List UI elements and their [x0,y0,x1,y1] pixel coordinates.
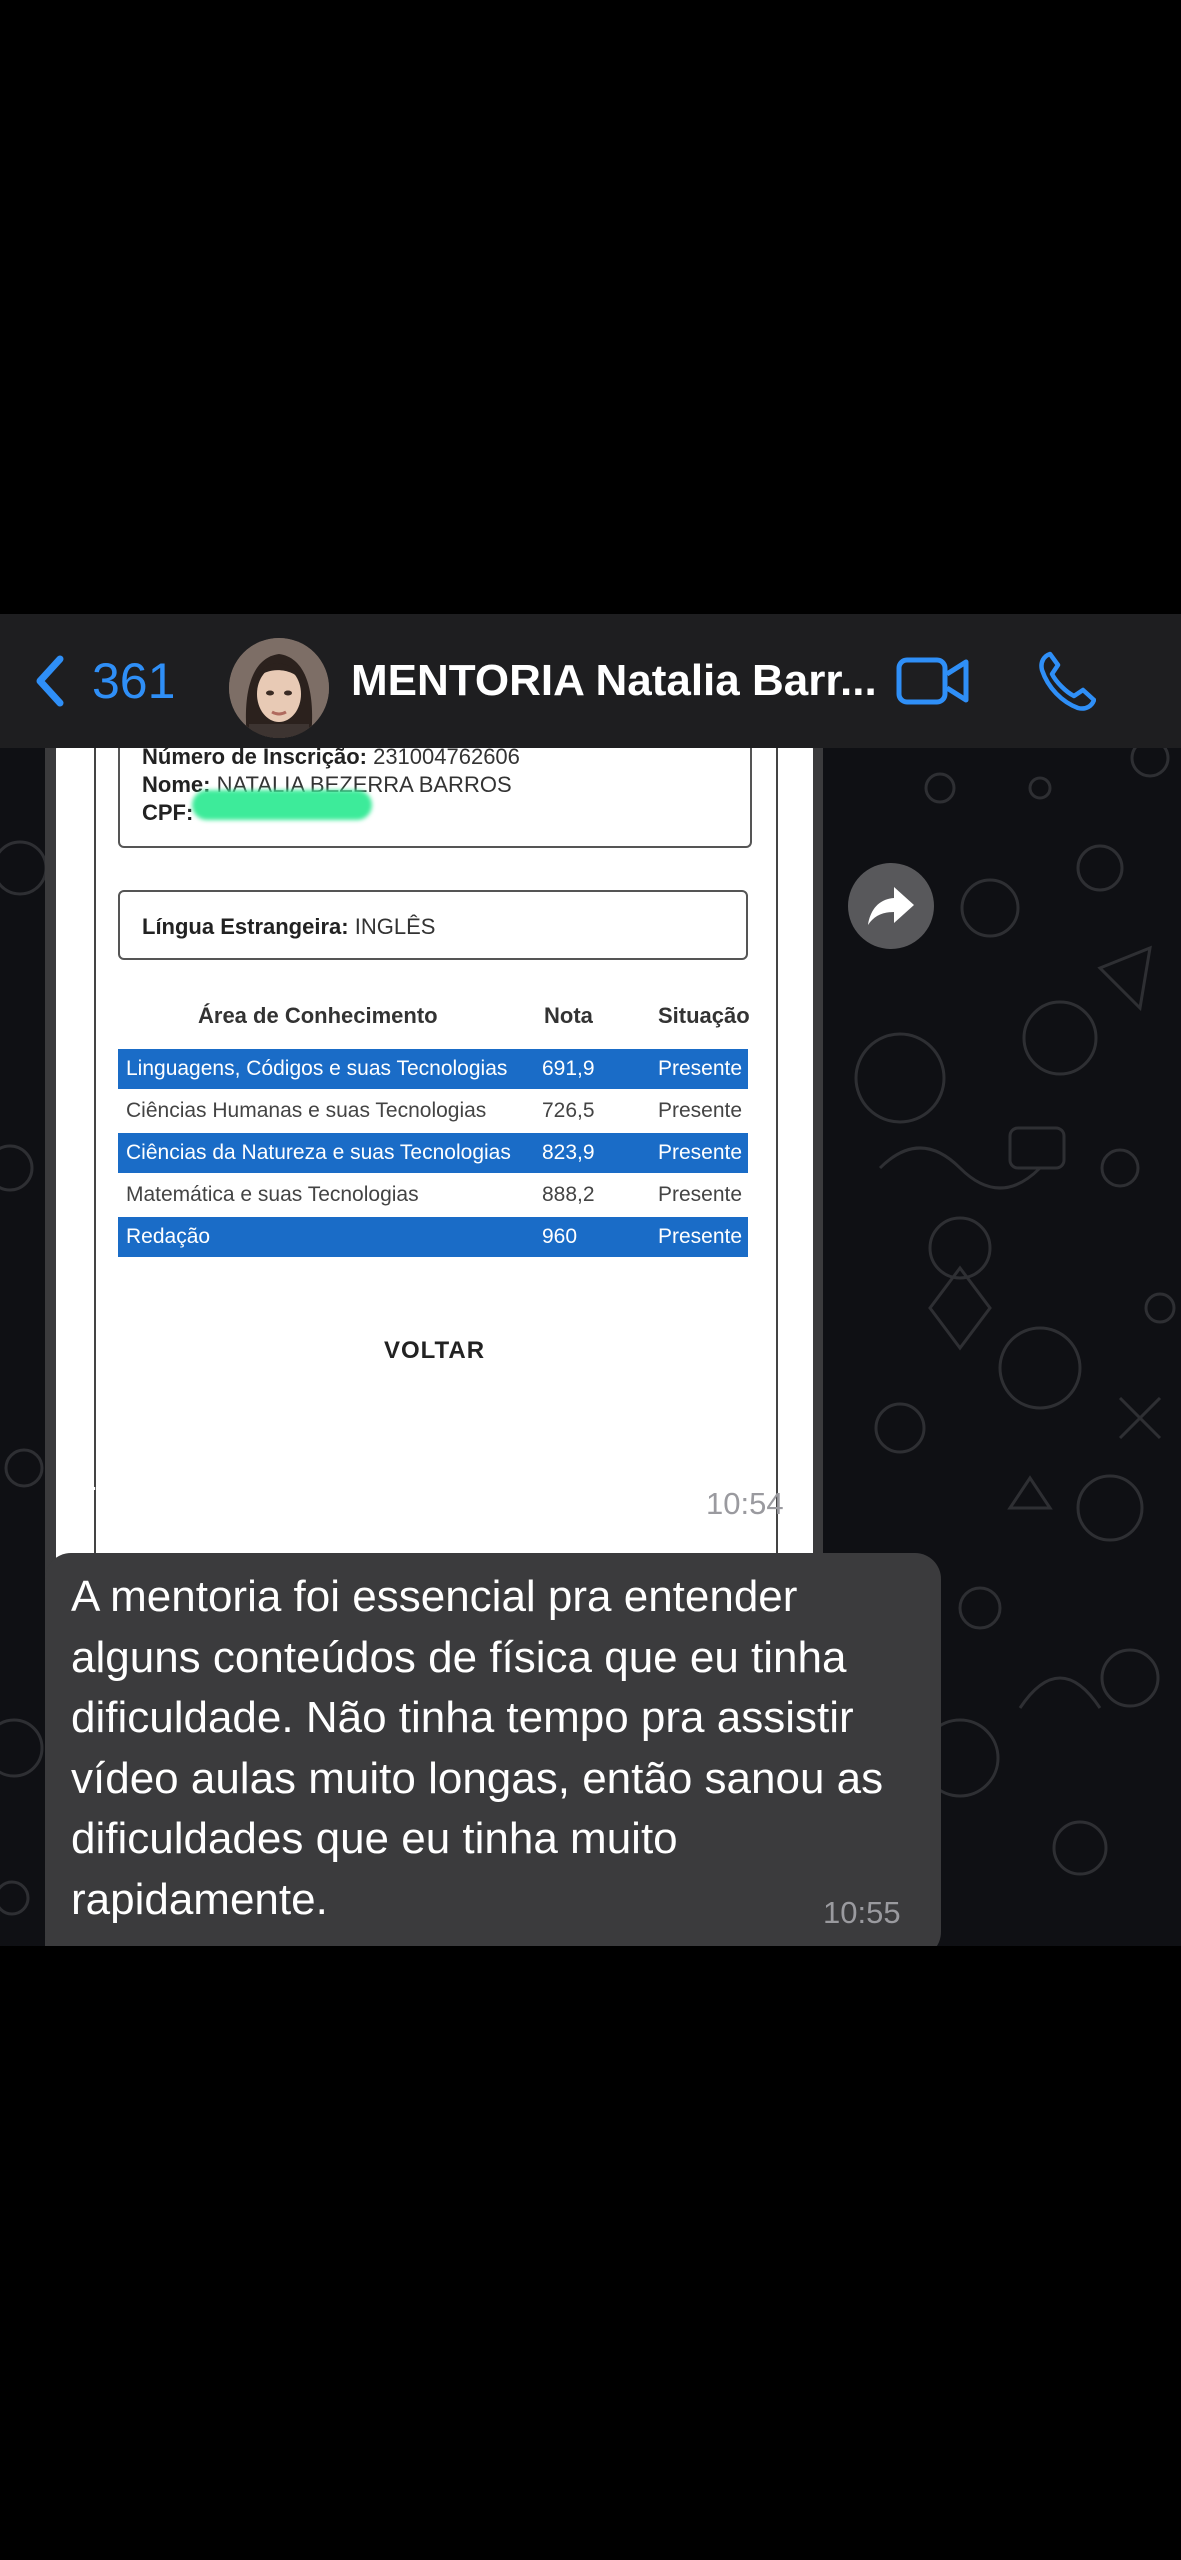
situacao-cell: Presente [658,1183,743,1206]
message-text: 43 em natureza [72,1458,378,1507]
table-row: Redação 960 Presente [118,1217,748,1257]
text-message-bubble[interactable]: A mentoria foi essencial pra entender al… [45,1553,941,1946]
table-row: Matemática e suas Tecnologias 888,2 Pres… [118,1175,748,1215]
cpf-label: CPF: [142,800,194,825]
contact-name[interactable]: MENTORIA Natalia Barr... [351,644,881,718]
video-call-button[interactable] [896,652,970,710]
situacao-cell: Presente [658,1099,743,1122]
table-row: Ciências da Natureza e suas Tecnologias … [118,1133,748,1173]
message-time: 10:54 [706,1486,784,1521]
situacao-cell: Presente [658,1225,743,1248]
area-cell: Linguagens, Códigos e suas Tecnologias [126,1057,508,1080]
lingua-label: Língua Estrangeira: [142,914,349,939]
inscricao-value: 231004762606 [373,748,520,769]
phone-icon [1039,651,1097,711]
foreign-language-box: Língua Estrangeira: INGLÊS [118,890,748,960]
voice-call-button[interactable] [1036,650,1097,712]
chevron-left-icon [36,655,64,707]
area-cell: Matemática e suas Tecnologias [126,1183,419,1206]
avatar[interactable] [229,638,329,738]
situacao-cell: Presente [658,1141,743,1164]
col-header-area: Área de Conhecimento [198,1003,438,1028]
nota-cell: 726,5 [542,1099,595,1122]
table-row: Linguagens, Códigos e suas Tecnologias 6… [118,1049,748,1089]
message-text: A mentoria foi essencial pra entender al… [71,1572,884,1924]
area-cell: Ciências Humanas e suas Tecnologias [126,1099,487,1122]
nota-cell: 823,9 [542,1141,595,1164]
forward-arrow-icon [868,887,914,925]
nota-cell: 960 [542,1225,578,1248]
situacao-cell: Presente [658,1057,743,1080]
nota-cell: 888,2 [542,1183,595,1206]
voltar-button: VOLTAR [383,1337,486,1364]
chat-area[interactable]: Número de Inscrição: 231004762606 Nome: … [0,748,1181,1946]
lingua-value: INGLÊS [354,914,436,939]
col-header-nota: Nota [544,1003,593,1028]
table-row: Ciências Humanas e suas Tecnologias 726,… [118,1091,748,1131]
back-button[interactable]: 361 [30,644,175,718]
chat-header: 361 MENTORIA Natalia Barr... [0,614,1181,749]
message-time: 10:55 [823,1895,901,1930]
forward-button[interactable] [848,863,934,949]
unread-count: 361 [92,653,176,709]
inscricao-label: Número de Inscrição: [142,748,367,769]
area-cell: Redação [126,1225,211,1248]
nota-cell: 691,9 [542,1057,595,1080]
candidate-info-box: Número de Inscrição: 231004762606 Nome: … [118,748,752,848]
area-cell: Ciências da Natureza e suas Tecnologias [126,1141,511,1164]
col-header-situacao: Situação [658,1003,750,1028]
cpf-redaction [192,790,372,820]
video-camera-icon [896,657,969,705]
